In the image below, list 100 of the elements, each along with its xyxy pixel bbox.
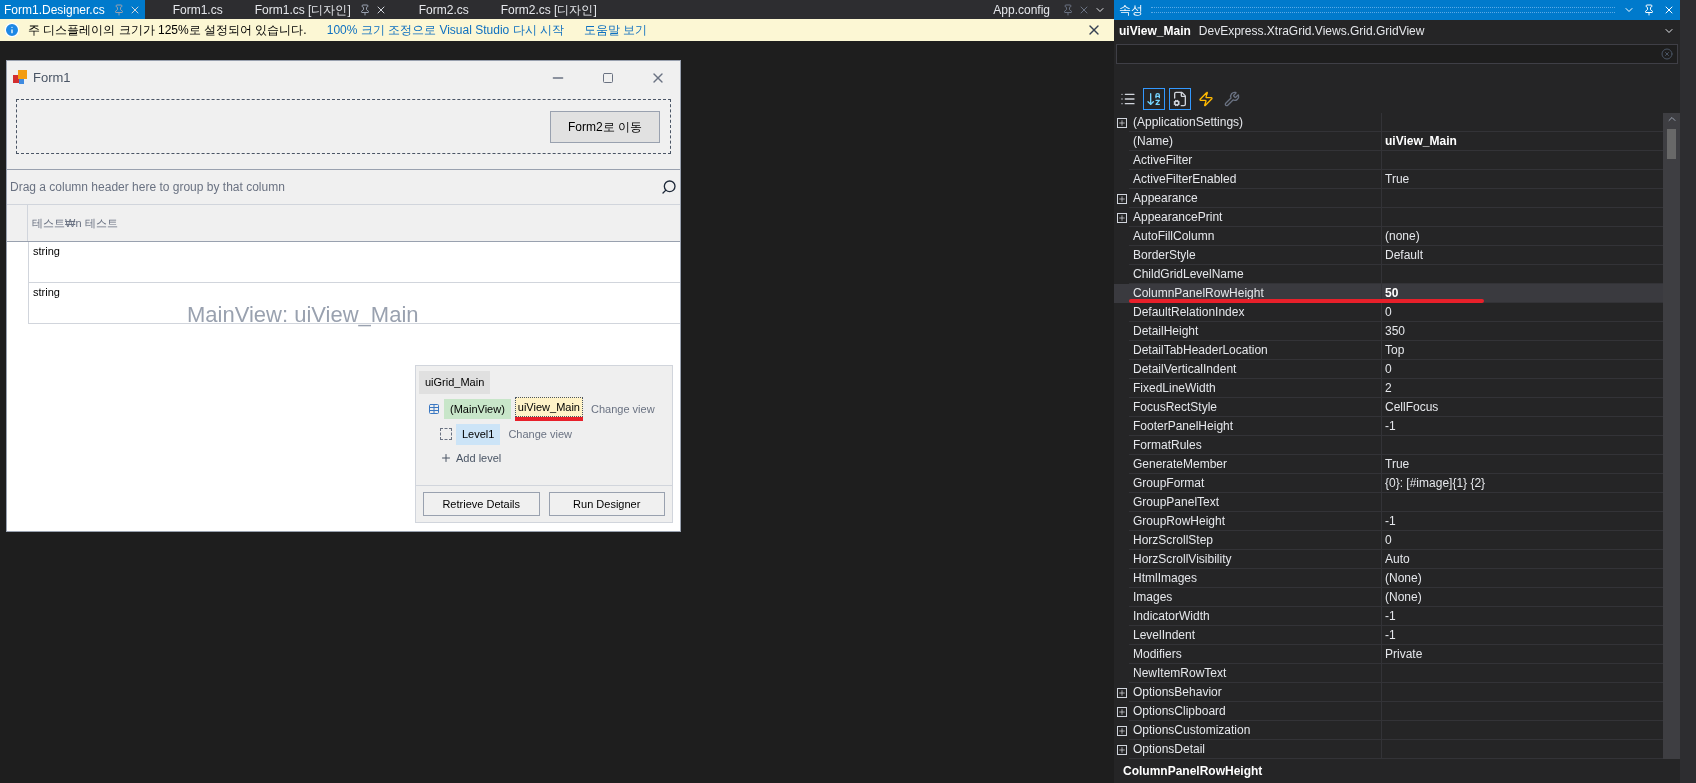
expand-icon[interactable] <box>1116 193 1127 204</box>
toolbar-button[interactable] <box>1169 87 1191 110</box>
property-row[interactable]: HorzScrollVisibility Auto <box>1114 550 1663 569</box>
description-title: ColumnPanelRowHeight <box>1123 763 1263 780</box>
property-row[interactable]: AutoFillColumn (none) <box>1114 227 1663 246</box>
property-row[interactable]: GroupRowHeight -1 <box>1114 512 1663 531</box>
property-row[interactable]: Modifiers Private <box>1114 645 1663 664</box>
property-row[interactable]: (ApplicationSettings) <box>1114 113 1663 132</box>
property-name: (ApplicationSettings) <box>1129 113 1382 132</box>
add-level-link[interactable]: Add level <box>456 449 502 466</box>
page-icon <box>1172 90 1188 107</box>
property-name: OptionsCustomization <box>1129 721 1382 740</box>
property-value: -1 <box>1382 417 1663 436</box>
info-link[interactable]: 도움말 보기 <box>583 21 648 39</box>
property-row[interactable]: GroupFormat {0}: [#image]{1} {2} <box>1114 474 1663 493</box>
object-selector[interactable]: uiView_Main DevExpress.XtraGrid.Views.Grid.GridView <box>1114 20 1680 42</box>
property-row[interactable]: DetailVerticalIndent 0 <box>1114 360 1663 379</box>
property-row[interactable]: BorderStyle Default <box>1114 246 1663 265</box>
property-row[interactable]: OptionsBehavior <box>1114 683 1663 702</box>
level-tag[interactable]: Level1 <box>456 424 501 445</box>
property-value: uiView_Main <box>1382 132 1663 151</box>
expand-icon[interactable] <box>1116 212 1127 223</box>
property-name: GenerateMember <box>1129 455 1382 474</box>
property-value: Private <box>1382 645 1663 664</box>
property-name: Images <box>1129 588 1382 607</box>
property-row[interactable]: Images (None) <box>1114 588 1663 607</box>
clear-icon[interactable] <box>1661 48 1673 60</box>
search-icon[interactable] <box>661 179 677 195</box>
property-row[interactable]: NewItemRowText <box>1114 664 1663 683</box>
pin-icon[interactable] <box>1062 3 1074 16</box>
property-name: DetailVerticalIndent <box>1129 360 1382 379</box>
document-tab[interactable]: App.config <box>989 0 1054 19</box>
property-name: AppearancePrint <box>1129 208 1382 227</box>
designer-button[interactable]: Run Designer <box>548 492 665 516</box>
designer-button[interactable]: Retrieve Details <box>423 492 540 516</box>
expand-icon[interactable] <box>1116 744 1127 755</box>
app-icon <box>13 70 29 86</box>
property-value: (None) <box>1382 588 1663 607</box>
property-name: ActiveFilterEnabled <box>1129 170 1382 189</box>
property-value: 350 <box>1382 322 1663 341</box>
property-row[interactable]: (Name) uiView_Main <box>1114 132 1663 151</box>
property-row[interactable]: LevelIndent -1 <box>1114 626 1663 645</box>
property-name: IndicatorWidth <box>1129 607 1382 626</box>
property-row[interactable]: DefaultRelationIndex 0 <box>1114 303 1663 322</box>
property-row[interactable]: OptionsClipboard <box>1114 702 1663 721</box>
level-icon <box>440 428 452 441</box>
property-row[interactable]: Appearance <box>1114 189 1663 208</box>
property-name: HtmlImages <box>1129 569 1382 588</box>
scroll-thumb[interactable] <box>1667 129 1676 159</box>
close-icon[interactable] <box>1663 4 1675 16</box>
document-tab[interactable]: Form2.cs [디자인] <box>496 0 601 19</box>
pin-icon[interactable] <box>358 3 371 16</box>
property-row[interactable]: FixedLineWidth 2 <box>1114 379 1663 398</box>
expand-icon[interactable] <box>1116 725 1127 736</box>
level-tag[interactable]: (MainView) <box>444 398 511 419</box>
change-view-link[interactable]: Change view <box>508 426 572 443</box>
property-row[interactable]: IndicatorWidth -1 <box>1114 607 1663 626</box>
search-field[interactable] <box>1116 44 1678 64</box>
change-view-link[interactable]: Change view <box>591 400 655 417</box>
property-row[interactable]: AppearancePrint <box>1114 208 1663 227</box>
property-row[interactable]: ActiveFilterEnabled True <box>1114 170 1663 189</box>
property-value: CellFocus <box>1382 398 1663 417</box>
property-name: FormatRules <box>1129 436 1382 455</box>
view-caption: MainView: uiView_Main <box>187 301 419 329</box>
maximize-icon[interactable] <box>602 72 614 84</box>
info-link[interactable]: 100% 크기 조정으로 Visual Studio 다시 시작 <box>326 21 564 39</box>
property-row[interactable]: HtmlImages (None) <box>1114 569 1663 588</box>
property-row[interactable]: ColumnPanelRowHeight 50 <box>1114 284 1663 303</box>
property-row[interactable]: GenerateMember True <box>1114 455 1663 474</box>
expand-icon[interactable] <box>1116 706 1127 717</box>
property-row[interactable]: DetailTabHeaderLocation Top <box>1114 341 1663 360</box>
document-tab[interactable]: Form1.cs [디자인] <box>250 0 391 19</box>
property-row[interactable]: FocusRectStyle CellFocus <box>1114 398 1663 417</box>
property-value: 0 <box>1382 531 1663 550</box>
property-row[interactable]: OptionsCustomization <box>1114 721 1663 740</box>
form2-button[interactable]: Form2로 이동 <box>550 110 660 143</box>
property-name: HorzScrollStep <box>1129 531 1382 550</box>
property-row[interactable]: DetailHeight 350 <box>1114 322 1663 341</box>
property-value: Auto <box>1382 550 1663 569</box>
pin-icon[interactable] <box>1643 4 1655 16</box>
property-name: FocusRectStyle <box>1129 398 1382 417</box>
property-value: -1 <box>1382 626 1663 645</box>
document-tab[interactable]: Form1.cs <box>168 0 227 19</box>
property-name: DefaultRelationIndex <box>1129 303 1382 322</box>
expand-icon[interactable] <box>1116 687 1127 698</box>
property-row[interactable]: FormatRules <box>1114 436 1663 455</box>
toolbar-button[interactable] <box>1143 87 1165 110</box>
property-value: Default <box>1382 246 1663 265</box>
property-value: -1 <box>1382 607 1663 626</box>
scrollbar[interactable] <box>1663 113 1680 759</box>
property-value: (None) <box>1382 569 1663 588</box>
property-value: {0}: [#image]{1} {2} <box>1382 474 1663 493</box>
table-cell: string <box>28 242 680 283</box>
property-row[interactable]: HorzScrollStep 0 <box>1114 531 1663 550</box>
property-row[interactable]: GroupPanelText <box>1114 493 1663 512</box>
property-row[interactable]: FooterPanelHeight -1 <box>1114 417 1663 436</box>
property-name: NewItemRowText <box>1129 664 1382 683</box>
property-row[interactable]: ActiveFilter <box>1114 151 1663 170</box>
document-tab[interactable]: Form2.cs <box>414 0 473 19</box>
expand-icon[interactable] <box>1116 117 1127 128</box>
